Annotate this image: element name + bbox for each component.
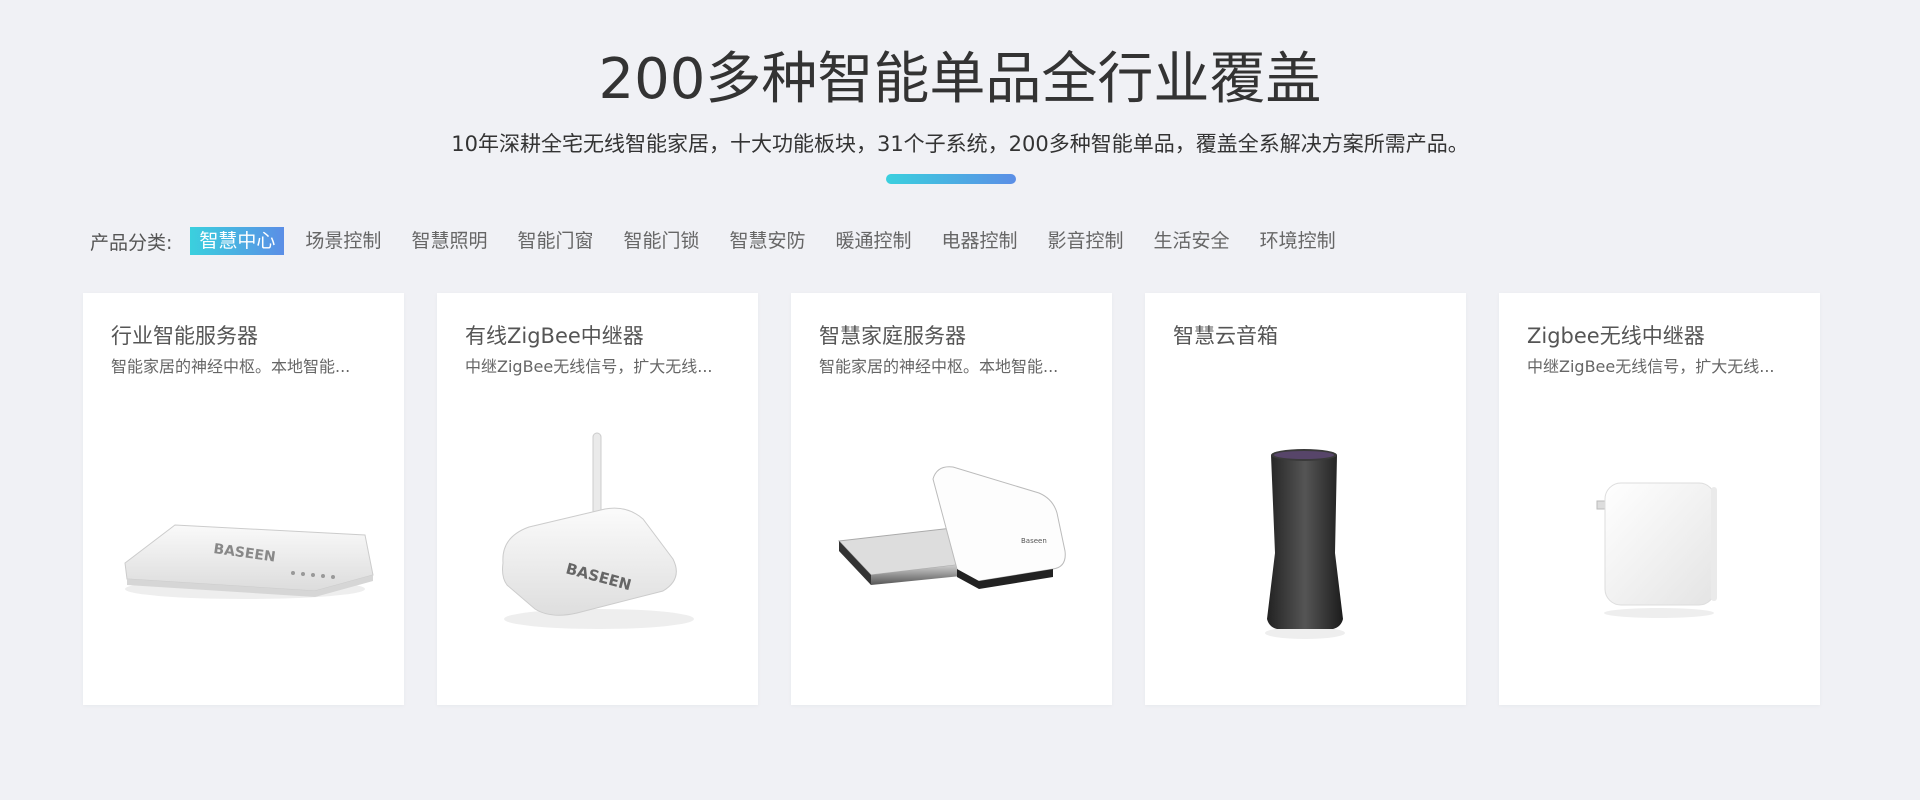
category-label: 产品分类: <box>90 231 173 254</box>
zigbee-repeater-icon: BASEEN <box>502 432 694 629</box>
product-list: 行业智能服务器 智能家居的神经中枢。本地智能... BASEEN 有线ZigBe… <box>83 293 1853 705</box>
product-card[interactable]: 行业智能服务器 智能家居的神经中枢。本地智能... BASEEN <box>83 293 404 705</box>
category-tab-lighting[interactable]: 智慧照明 <box>402 227 496 255</box>
category-tab-windows[interactable]: 智能门窗 <box>508 227 602 255</box>
product-description: 智能家居的神经中枢。本地智能... <box>819 357 1059 376</box>
plug-repeater-icon <box>1596 482 1717 618</box>
svg-text:Baseen: Baseen <box>1021 537 1047 545</box>
product-description: 中继ZigBee无线信号，扩大无线... <box>465 357 713 376</box>
product-title: 行业智能服务器 <box>111 324 258 348</box>
product-card[interactable]: 有线ZigBee中继器 中继ZigBee无线信号，扩大无线... BASEEN <box>437 293 758 705</box>
title-divider <box>886 174 1016 184</box>
product-description: 中继ZigBee无线信号，扩大无线... <box>1527 357 1775 376</box>
category-tab-locks[interactable]: 智能门锁 <box>614 227 708 255</box>
category-tab-hub[interactable]: 智慧中心 <box>190 227 285 255</box>
category-tab-av[interactable]: 影音控制 <box>1039 227 1133 255</box>
product-title: Zigbee无线中继器 <box>1527 324 1705 348</box>
smart-speaker-icon <box>1265 449 1345 639</box>
product-title: 智慧家庭服务器 <box>819 324 966 348</box>
category-tab-environment[interactable]: 环境控制 <box>1251 227 1345 255</box>
product-card[interactable]: Zigbee无线中继器 中继ZigBee无线信号，扩大无线... <box>1499 293 1820 705</box>
product-description: 智能家居的神经中枢。本地智能... <box>111 357 351 376</box>
page-subtitle: 10年深耕全宅无线智能家居，十大功能板块，31个子系统，200多种智能单品，覆盖… <box>451 132 1469 156</box>
product-card[interactable]: 智慧家庭服务器 智能家居的神经中枢。本地智能... Baseen <box>791 293 1112 705</box>
category-filter: 产品分类: 智慧中心 场景控制 智慧照明 智能门窗 智能门锁 智慧安防 暖通控制… <box>90 226 1357 256</box>
category-tab-appliance[interactable]: 电器控制 <box>933 227 1027 255</box>
product-title: 有线ZigBee中继器 <box>465 324 644 348</box>
page-title: 200多种智能单品全行业覆盖 <box>598 47 1322 112</box>
category-tab-scene[interactable]: 场景控制 <box>296 227 390 255</box>
category-tab-hvac[interactable]: 暖通控制 <box>827 227 921 255</box>
product-card[interactable]: 智慧云音箱 <box>1145 293 1466 705</box>
home-server-icon: Baseen <box>837 466 1066 589</box>
product-title: 智慧云音箱 <box>1173 324 1278 348</box>
server-router-icon: BASEEN <box>124 524 374 599</box>
category-tab-security[interactable]: 智慧安防 <box>720 227 814 255</box>
category-tab-safety[interactable]: 生活安全 <box>1145 227 1239 255</box>
